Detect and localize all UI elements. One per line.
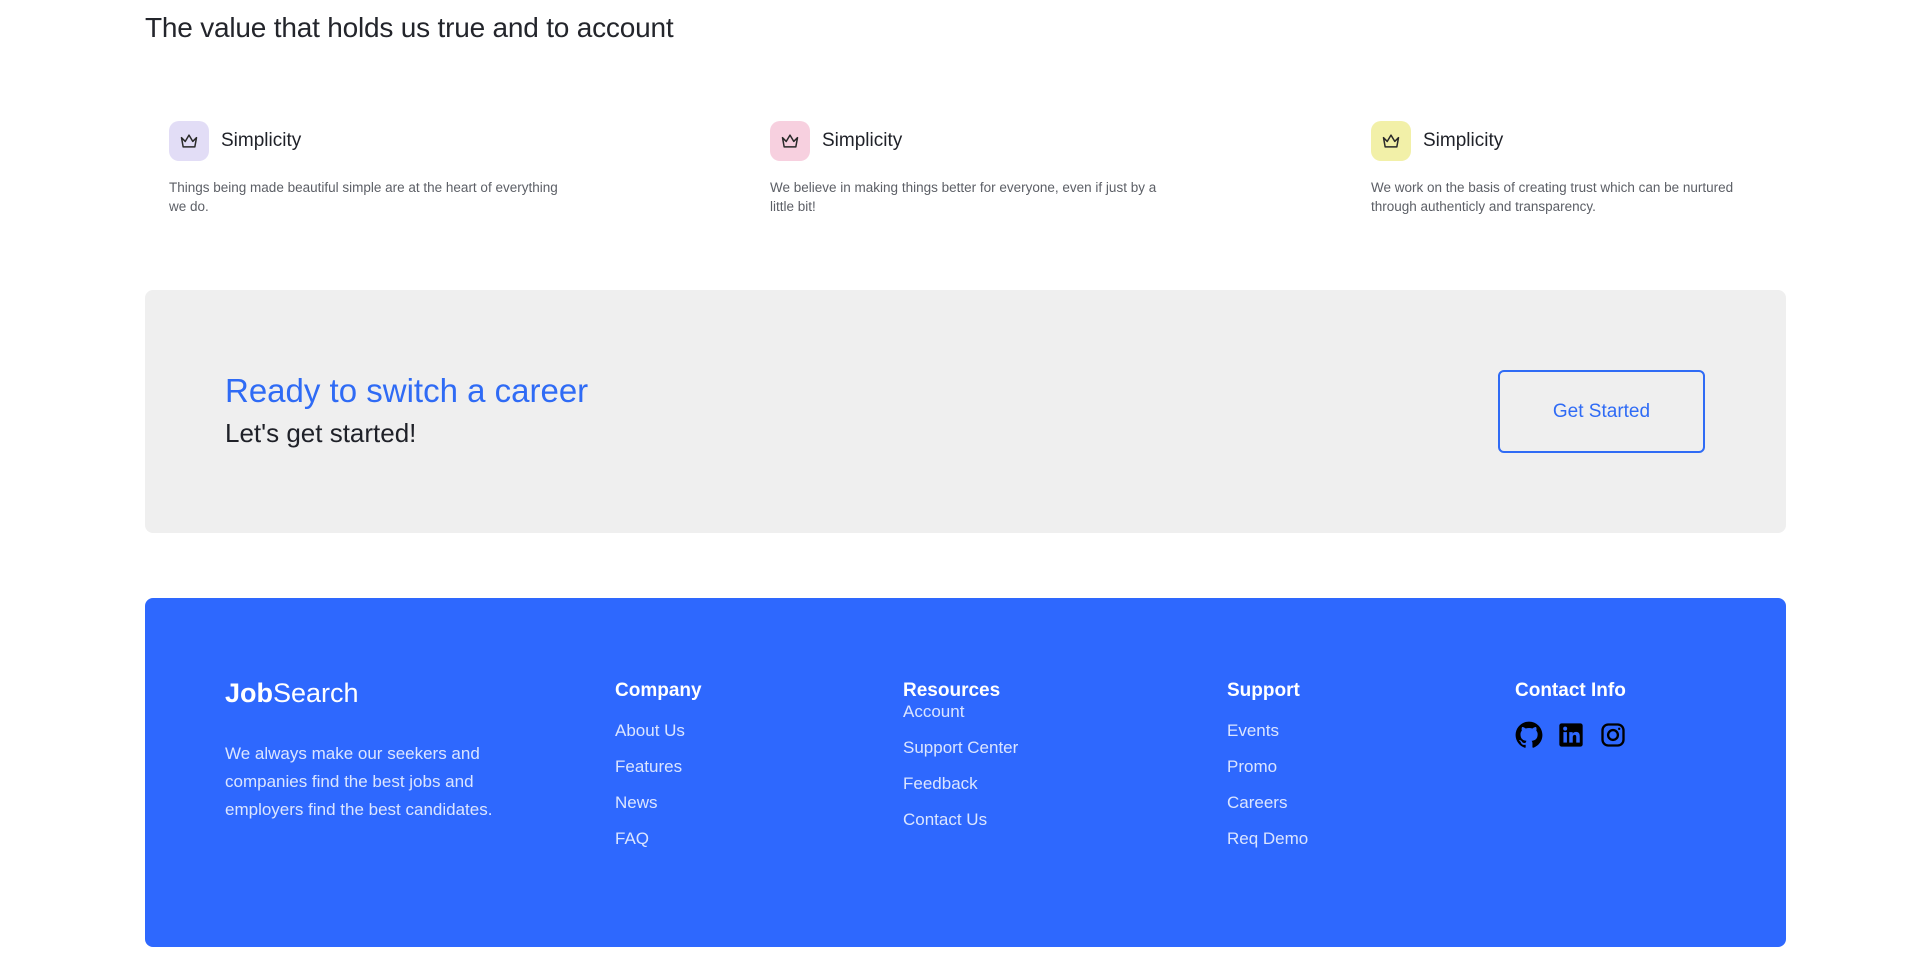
logo-regular: Search (273, 678, 359, 708)
crown-icon (770, 121, 810, 161)
cta-subtitle: Let's get started! (225, 418, 417, 448)
value-card-2: Simplicity We believe in making things b… (770, 121, 1190, 216)
footer-resources-column: Resources Account Support Center Feedbac… (903, 680, 1018, 846)
footer-company-column: Company About Us Features News FAQ (615, 680, 702, 865)
value-card-title: Simplicity (1423, 130, 1504, 151)
footer-link-news[interactable]: News (615, 793, 702, 829)
cta-banner: Ready to switch a career Let's get start… (145, 290, 1786, 533)
footer-support-column: Support Events Promo Careers Req Demo (1227, 680, 1308, 865)
value-card-title: Simplicity (822, 130, 903, 151)
crown-icon (169, 121, 209, 161)
github-icon[interactable] (1515, 721, 1543, 749)
value-card-description: We work on the basis of creating trust w… (1371, 180, 1734, 214)
linkedin-icon[interactable] (1557, 721, 1585, 749)
footer: JobSearch We always make our seekers and… (145, 598, 1786, 947)
crown-icon (1371, 121, 1411, 161)
footer-link-features[interactable]: Features (615, 757, 702, 793)
footer-contact-column: Contact Info (1515, 680, 1627, 749)
get-started-button[interactable]: Get Started (1498, 370, 1705, 453)
value-card-1: Simplicity Things being made beautiful s… (169, 121, 589, 216)
footer-column-heading: Resources (903, 680, 1001, 701)
footer-column-heading: Company (615, 680, 702, 701)
value-card-3: Simplicity We work on the basis of creat… (1371, 121, 1791, 216)
value-card-title: Simplicity (221, 130, 302, 151)
footer-link-feedback[interactable]: Feedback (903, 774, 1018, 810)
social-links (1515, 721, 1627, 749)
footer-link-support-center[interactable]: Support Center (903, 738, 1018, 774)
cta-title: Ready to switch a career (225, 372, 589, 409)
footer-link-events[interactable]: Events (1227, 721, 1308, 757)
value-card-description: Things being made beautiful simple are a… (169, 180, 558, 214)
footer-about: We always make our seekers and companies… (225, 744, 493, 819)
footer-link-careers[interactable]: Careers (1227, 793, 1308, 829)
footer-logo[interactable]: JobSearch (225, 678, 359, 709)
footer-link-contact-us[interactable]: Contact Us (903, 810, 1018, 846)
values-heading: The value that holds us true and to acco… (145, 12, 674, 43)
footer-column-heading: Contact Info (1515, 680, 1626, 701)
footer-link-req-demo[interactable]: Req Demo (1227, 829, 1308, 865)
footer-link-promo[interactable]: Promo (1227, 757, 1308, 793)
logo-bold: Job (225, 678, 274, 708)
footer-link-about-us[interactable]: About Us (615, 721, 702, 757)
value-card-description: We believe in making things better for e… (770, 180, 1157, 214)
instagram-icon[interactable] (1599, 721, 1627, 749)
footer-link-account[interactable]: Account (903, 702, 1018, 738)
footer-column-heading: Support (1227, 680, 1300, 701)
footer-link-faq[interactable]: FAQ (615, 829, 702, 865)
